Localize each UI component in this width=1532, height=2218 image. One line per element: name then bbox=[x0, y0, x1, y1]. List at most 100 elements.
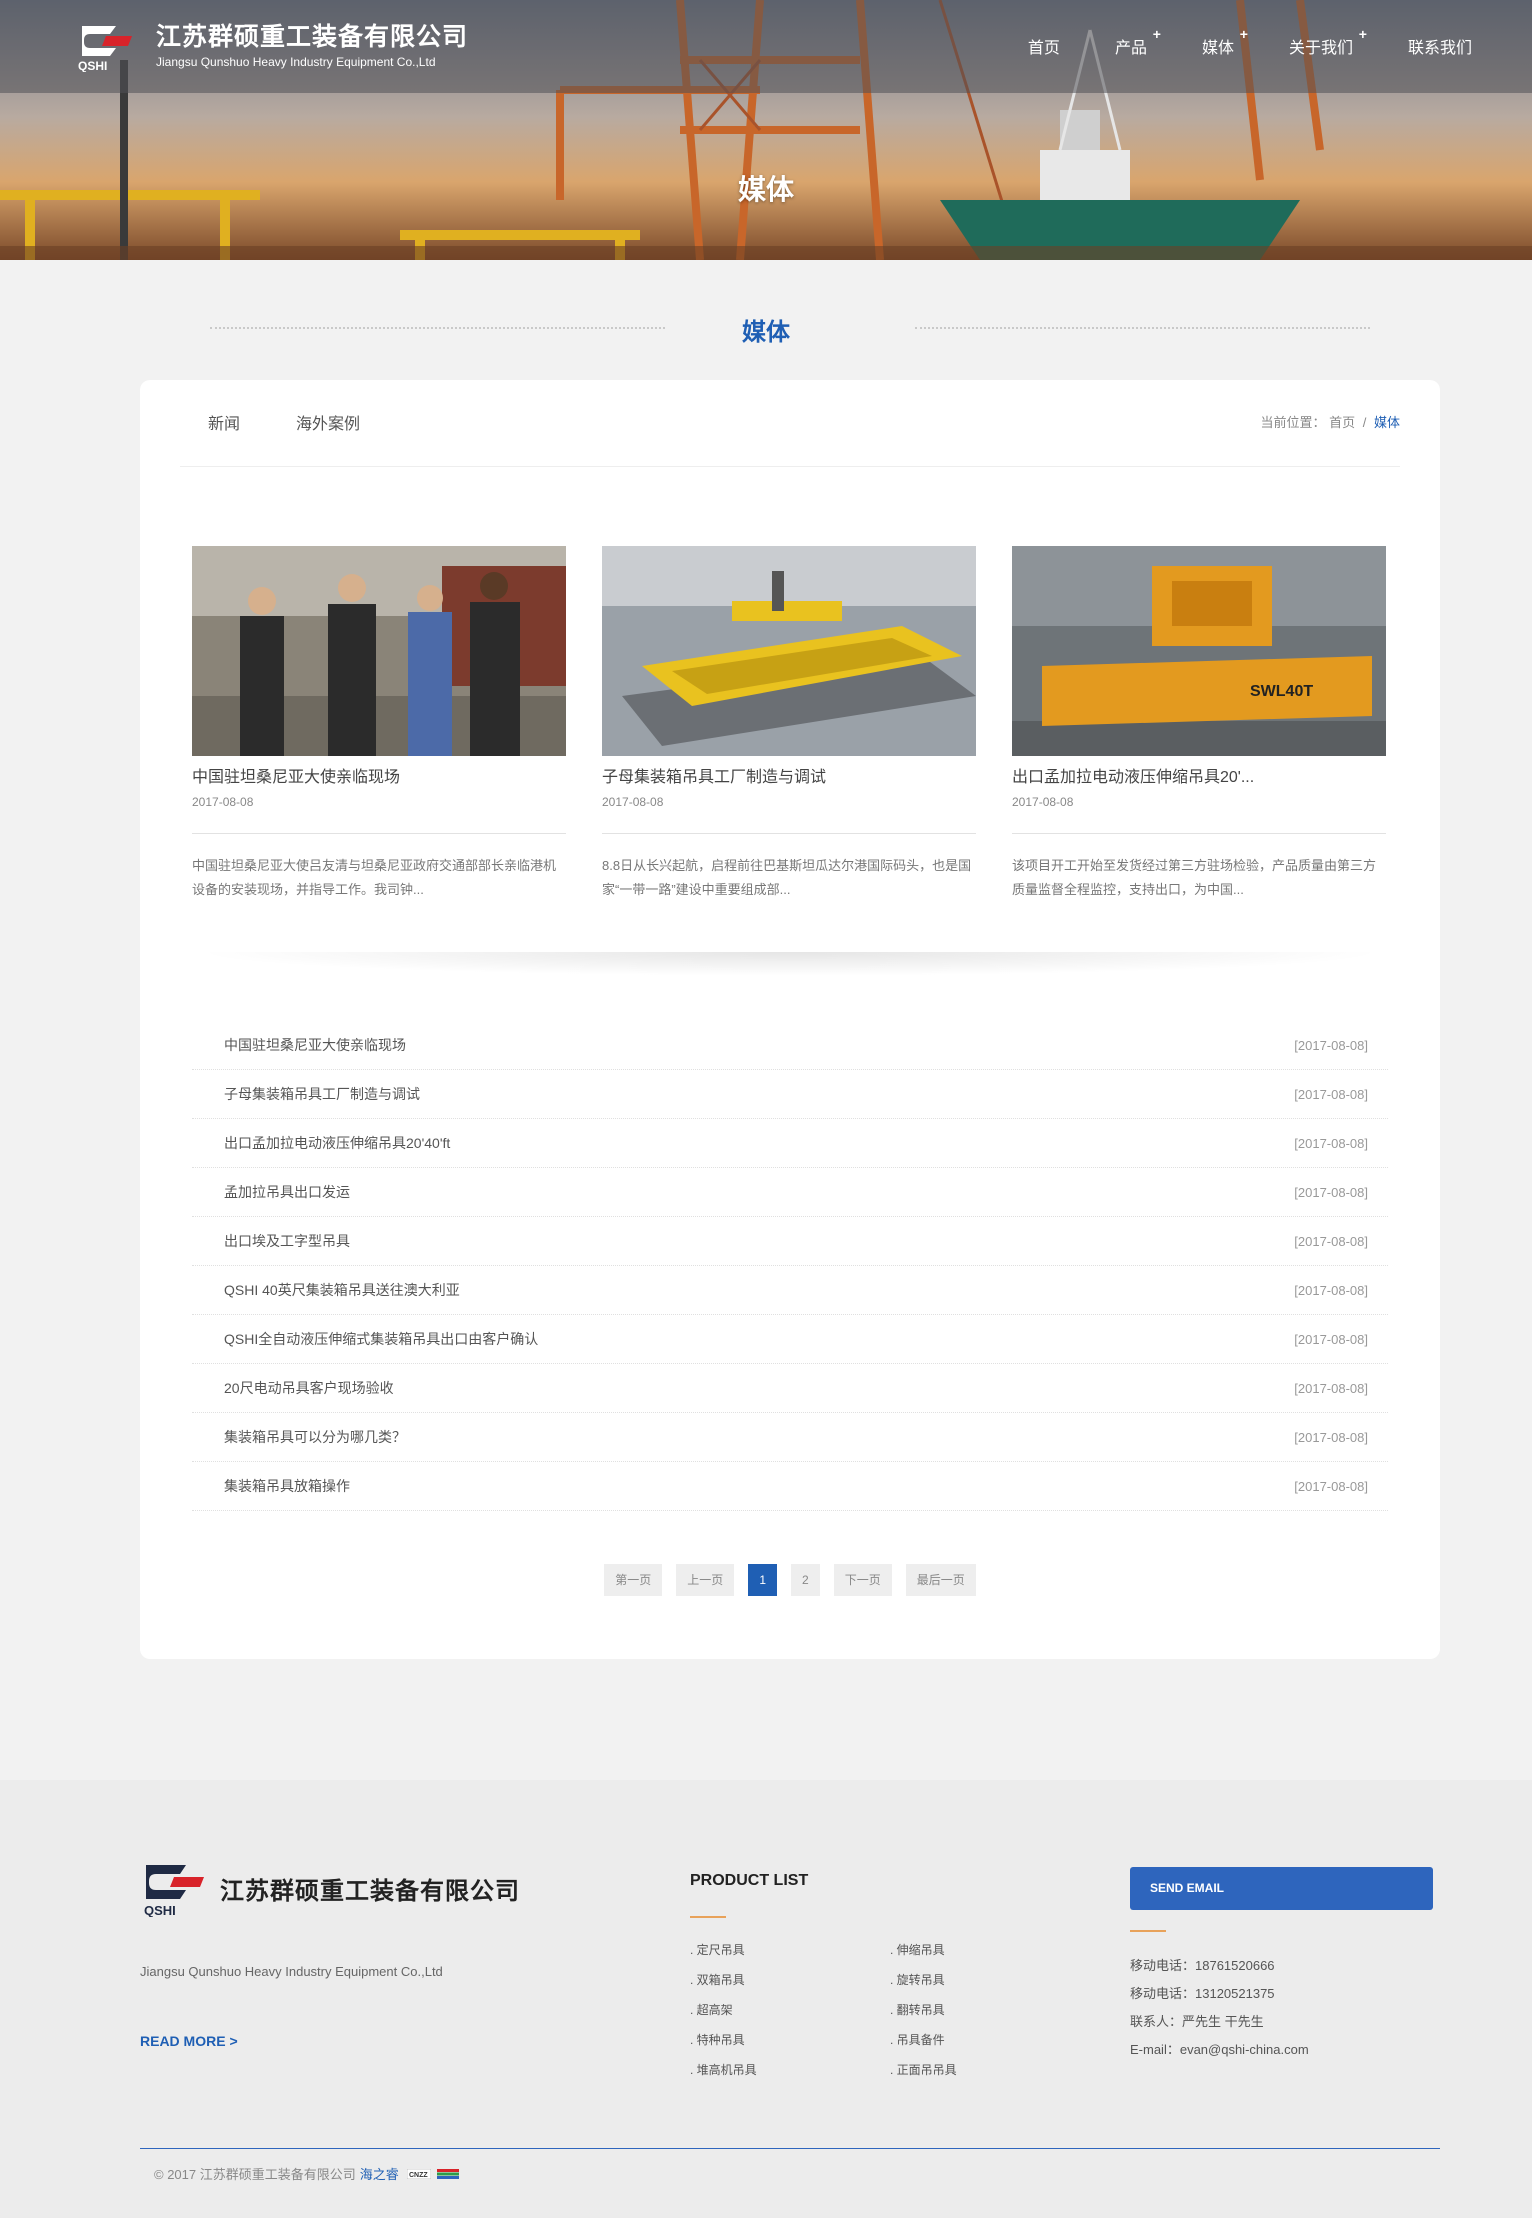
list-item[interactable]: 孟加拉吊具出口发运 [2017-08-08] bbox=[192, 1168, 1388, 1217]
list-item-date: [2017-08-08] bbox=[1294, 1380, 1368, 1396]
featured-article-summary: 8.8日从长兴起航，启程前往巴基斯坦瓜达尔港国际码头，也是国家“一带一路”建设中… bbox=[602, 858, 972, 897]
cnzz-badge-icon[interactable]: CNZZ bbox=[406, 2168, 431, 2179]
nav-media[interactable]: 媒体 + bbox=[1202, 26, 1248, 58]
list-item[interactable]: 集装箱吊具放箱操作 [2017-08-08] bbox=[192, 1462, 1388, 1511]
footer-company-name-cn: 江苏群硕重工装备有限公司 bbox=[220, 1877, 520, 1905]
first-page-button[interactable]: 第一页 bbox=[604, 1564, 663, 1596]
contact-person: 联系人：严先生 干先生 bbox=[1130, 2014, 1264, 2029]
featured-articles: 中国驻坦桑尼亚大使亲临现场 2017-08-08 中国驻坦桑尼亚大使吕友清与坦桑… bbox=[192, 546, 1386, 902]
featured-article-title[interactable]: 出口孟加拉电动液压伸缩吊具20'... bbox=[1012, 763, 1386, 787]
list-item[interactable]: 中国驻坦桑尼亚大使亲临现场 [2017-08-08] bbox=[192, 1021, 1388, 1070]
list-item[interactable]: 20尺电动吊具客户现场验收 [2017-08-08] bbox=[192, 1364, 1388, 1413]
list-item-title[interactable]: QSHI全自动液压伸缩式集装箱吊具出口由客户确认 bbox=[224, 1329, 538, 1349]
media-subnav: 新闻 海外案例 bbox=[208, 410, 416, 434]
featured-article[interactable]: 中国驻坦桑尼亚大使亲临现场 2017-08-08 中国驻坦桑尼亚大使吕友清与坦桑… bbox=[192, 546, 566, 902]
featured-article-divider bbox=[1012, 833, 1386, 834]
product-list: . 定尺吊具 . 伸缩吊具 . 双箱吊具 . 旋转吊具 . 超高架 . 翻转吊具… bbox=[690, 1940, 980, 2081]
nav-about[interactable]: 关于我们 + bbox=[1289, 26, 1367, 58]
article-list: 中国驻坦桑尼亚大使亲临现场 [2017-08-08] 子母集装箱吊具工厂制造与调试… bbox=[192, 1021, 1388, 1511]
breadcrumb-home[interactable]: 首页 bbox=[1329, 415, 1355, 430]
plus-icon: + bbox=[1152, 26, 1161, 42]
list-item-title[interactable]: 出口孟加拉电动液压伸缩吊具20'40'ft bbox=[224, 1133, 450, 1153]
product-link[interactable]: . 伸缩吊具 bbox=[890, 1940, 980, 1961]
featured-article-title[interactable]: 中国驻坦桑尼亚大使亲临现场 bbox=[192, 763, 566, 787]
last-page-button[interactable]: 最后一页 bbox=[905, 1564, 976, 1596]
list-item-title[interactable]: QSHI 40英尺集装箱吊具送往澳大利亚 bbox=[224, 1280, 460, 1300]
product-link[interactable]: . 超高架 bbox=[690, 2000, 890, 2021]
breadcrumb-separator: / bbox=[1362, 415, 1367, 430]
logo-text: QSHI bbox=[78, 59, 107, 72]
featured-article[interactable]: SWL40T 出口孟加拉电动液压伸缩吊具20'... 2017-08-08 该项… bbox=[1012, 546, 1386, 902]
pagination: 第一页 上一页 1 2 下一页 最后一页 bbox=[140, 1564, 1440, 1596]
hero-banner: QSHI 江苏群硕重工装备有限公司 Jiangsu Qunshuo Heavy … bbox=[0, 0, 1532, 260]
list-item-date: [2017-08-08] bbox=[1294, 1331, 1368, 1347]
list-item[interactable]: 集装箱吊具可以分为哪几类？ [2017-08-08] bbox=[192, 1413, 1388, 1462]
cnzz-badge-text: CNZZ bbox=[409, 2172, 428, 2179]
list-item-title[interactable]: 中国驻坦桑尼亚大使亲临现场 bbox=[224, 1035, 406, 1055]
nav-home[interactable]: 首页 bbox=[1028, 34, 1060, 58]
qshi-logo-icon: QSHI bbox=[144, 1865, 204, 1917]
featured-article-divider bbox=[602, 833, 976, 834]
list-item[interactable]: QSHI全自动液压伸缩式集装箱吊具出口由客户确认 [2017-08-08] bbox=[192, 1315, 1388, 1364]
contact-accent-line bbox=[1130, 1930, 1166, 1932]
footer-logo[interactable]: QSHI 江苏群硕重工装备有限公司 bbox=[140, 1859, 520, 1917]
featured-article-date: 2017-08-08 bbox=[192, 795, 254, 809]
list-item[interactable]: 子母集装箱吊具工厂制造与调试 [2017-08-08] bbox=[192, 1070, 1388, 1119]
section-heading: 媒体 bbox=[0, 260, 1532, 380]
send-email-button[interactable]: SEND EMAIL bbox=[1130, 1867, 1433, 1910]
list-item[interactable]: 出口埃及工字型吊具 [2017-08-08] bbox=[192, 1217, 1388, 1266]
page-2-button[interactable]: 2 bbox=[791, 1564, 820, 1596]
top-navigation-bar: QSHI 江苏群硕重工装备有限公司 Jiangsu Qunshuo Heavy … bbox=[0, 0, 1532, 93]
read-more-link[interactable]: READ MORE > bbox=[140, 2033, 238, 2049]
breadcrumb-current: 媒体 bbox=[1373, 415, 1400, 430]
nav-contact[interactable]: 联系我们 bbox=[1408, 34, 1472, 58]
orange-spreader-photo: SWL40T bbox=[1012, 546, 1386, 756]
list-item-title[interactable]: 集装箱吊具放箱操作 bbox=[224, 1476, 350, 1496]
product-link[interactable]: . 定尺吊具 bbox=[690, 1940, 890, 1961]
list-item[interactable]: 出口孟加拉电动液压伸缩吊具20'40'ft [2017-08-08] bbox=[192, 1119, 1388, 1168]
breadcrumb: 当前位置： 首页 / 媒体 bbox=[1260, 412, 1400, 431]
contact-info: 移动电话：18761520666 移动电话：13120521375 联系人：严先… bbox=[1130, 1952, 1309, 2064]
site-logo[interactable]: QSHI 江苏群硕重工装备有限公司 Jiangsu Qunshuo Heavy … bbox=[76, 20, 468, 72]
subnav-overseas-cases[interactable]: 海外案例 bbox=[296, 410, 360, 434]
nav-products[interactable]: 产品 + bbox=[1115, 26, 1161, 58]
product-link[interactable]: . 翻转吊具 bbox=[890, 2000, 980, 2021]
page-1-button[interactable]: 1 bbox=[748, 1564, 777, 1596]
featured-article-summary: 该项目开工开始至发货经过第三方驻场检验，产品质量由第三方质量监督全程监控，支持出… bbox=[1012, 858, 1377, 897]
product-link[interactable]: . 正面吊吊具 bbox=[890, 2060, 980, 2081]
article-thumbnail[interactable] bbox=[602, 546, 976, 756]
footer-divider bbox=[140, 2148, 1440, 2149]
product-list-accent-line bbox=[690, 1916, 726, 1918]
product-link[interactable]: . 吊具备件 bbox=[890, 2030, 980, 2051]
list-item-date: [2017-08-08] bbox=[1294, 1478, 1368, 1494]
list-item-title[interactable]: 出口埃及工字型吊具 bbox=[224, 1231, 350, 1251]
article-thumbnail[interactable]: SWL40T bbox=[1012, 546, 1386, 756]
featured-article[interactable]: 子母集装箱吊具工厂制造与调试 2017-08-08 8.8日从长兴起航，启程前往… bbox=[602, 546, 976, 902]
article-thumbnail[interactable] bbox=[192, 546, 566, 756]
credit-link[interactable]: 海之睿 bbox=[360, 2164, 399, 2183]
list-item-date: [2017-08-08] bbox=[1294, 1233, 1368, 1249]
contact-email[interactable]: E-mail：evan@qshi-china.com bbox=[1130, 2036, 1309, 2064]
product-link[interactable]: . 旋转吊具 bbox=[890, 1970, 980, 1991]
featured-article-summary: 中国驻坦桑尼亚大使吕友清与坦桑尼亚政府交通部部长亲临港机设备的安装现场，并指导工… bbox=[192, 858, 557, 897]
subnav-news[interactable]: 新闻 bbox=[208, 410, 240, 434]
list-item-title[interactable]: 20尺电动吊具客户现场验收 bbox=[224, 1378, 394, 1398]
list-item-title[interactable]: 集装箱吊具可以分为哪几类？ bbox=[224, 1427, 406, 1447]
product-link[interactable]: . 堆高机吊具 bbox=[690, 2060, 890, 2081]
footer-logo-text: QSHI bbox=[144, 1903, 176, 1917]
stats-badge-icon[interactable] bbox=[436, 2168, 459, 2179]
product-link[interactable]: . 特种吊具 bbox=[690, 2030, 890, 2051]
prev-page-button[interactable]: 上一页 bbox=[676, 1564, 735, 1596]
list-item-title[interactable]: 子母集装箱吊具工厂制造与调试 bbox=[224, 1084, 420, 1104]
copyright-text: © 2017 江苏群硕重工装备有限公司 bbox=[154, 2167, 356, 2182]
featured-article-date: 2017-08-08 bbox=[602, 795, 664, 809]
list-item[interactable]: QSHI 40英尺集装箱吊具送往澳大利亚 [2017-08-08] bbox=[192, 1266, 1388, 1315]
contact-mobile-1: 移动电话：18761520666 bbox=[1130, 1958, 1275, 1973]
next-page-button[interactable]: 下一页 bbox=[833, 1564, 892, 1596]
featured-article-date: 2017-08-08 bbox=[1012, 795, 1074, 809]
spreader-label: SWL40T bbox=[1250, 683, 1313, 700]
list-item-date: [2017-08-08] bbox=[1294, 1037, 1368, 1053]
product-link[interactable]: . 双箱吊具 bbox=[690, 1970, 890, 1991]
list-item-title[interactable]: 孟加拉吊具出口发运 bbox=[224, 1182, 350, 1202]
featured-article-title[interactable]: 子母集装箱吊具工厂制造与调试 bbox=[602, 763, 976, 787]
